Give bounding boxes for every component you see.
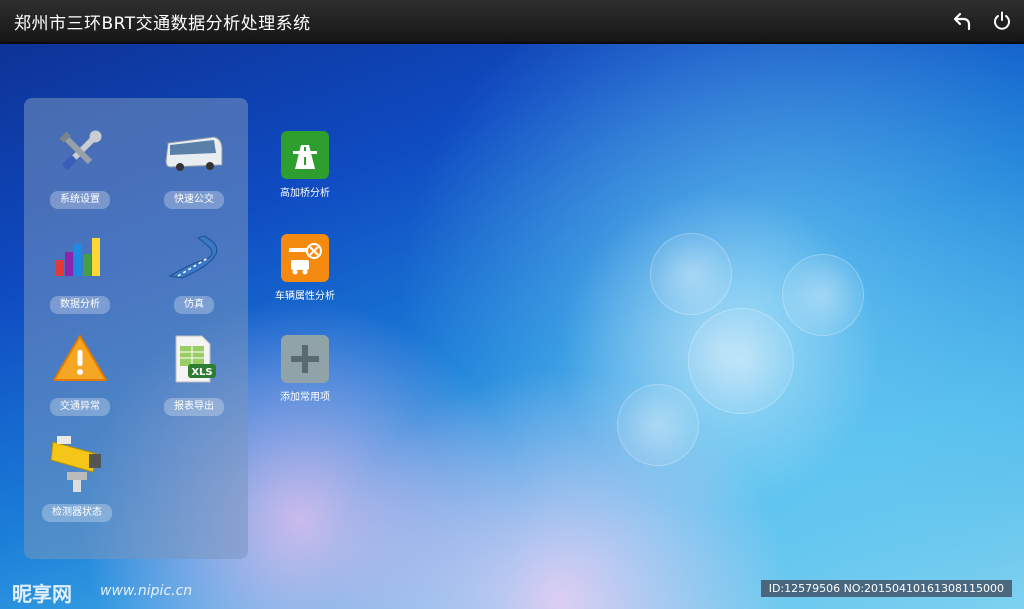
- undo-arrow-icon[interactable]: [952, 10, 974, 32]
- tile-label: 检测器状态: [42, 504, 112, 522]
- tile-label: 数据分析: [50, 296, 110, 314]
- bokeh-bubble: [688, 308, 794, 414]
- tile-label: 系统设置: [50, 191, 110, 209]
- tile-data-analysis[interactable]: 数据分析: [25, 232, 135, 314]
- watermark-logo: 昵享网: [12, 582, 72, 606]
- xls-icon: XLS: [164, 334, 224, 394]
- bus-icon: [164, 127, 224, 187]
- bokeh-bubble: [782, 254, 864, 336]
- quick-tile-overpass-analysis[interactable]: 高加桥分析: [255, 131, 355, 199]
- tile-label: 报表导出: [164, 398, 224, 416]
- tile-label: 快速公交: [164, 191, 224, 209]
- power-icon[interactable]: [991, 10, 1013, 32]
- app-title: 郑州市三环BRT交通数据分析处理系统: [14, 14, 311, 34]
- quick-tile-add-favorite[interactable]: 添加常用项: [255, 335, 355, 403]
- title-bar: 郑州市三环BRT交通数据分析处理系统: [0, 0, 1024, 44]
- bokeh-bubble: [617, 384, 699, 466]
- plus-icon: [281, 335, 329, 383]
- tile-report-export[interactable]: XLS 报表导出: [139, 334, 249, 416]
- tools-icon: [50, 127, 110, 187]
- bokeh-bubble: [650, 233, 732, 315]
- quick-tile-label: 高加桥分析: [280, 188, 330, 199]
- quick-tile-vehicle-attribute-analysis[interactable]: 车辆属性分析: [255, 234, 355, 302]
- tile-label: 仿真: [174, 296, 214, 314]
- quick-tile-label: 车辆属性分析: [275, 291, 335, 302]
- tile-simulation[interactable]: 仿真: [139, 232, 249, 314]
- tile-brt-bus[interactable]: 快速公交: [139, 127, 249, 209]
- watermark-url: www.nipic.cn: [100, 583, 193, 599]
- image-id-label: ID:12579506 NO:20150410161308115000: [760, 580, 1012, 597]
- highway-icon: [281, 131, 329, 179]
- bar-chart-icon: [50, 232, 110, 292]
- tile-traffic-anomaly[interactable]: 交通异常: [25, 334, 135, 416]
- svg-text:XLS: XLS: [191, 367, 212, 378]
- tile-label: 交通异常: [50, 398, 110, 416]
- camera-icon: [47, 432, 107, 500]
- quick-tile-label: 添加常用项: [280, 392, 330, 403]
- road-icon: [164, 232, 224, 292]
- vehicle-tools-icon: [281, 234, 329, 282]
- tile-system-settings[interactable]: 系统设置: [25, 127, 135, 209]
- tile-detector-status[interactable]: 检测器状态: [22, 432, 132, 522]
- warning-icon: [50, 334, 110, 394]
